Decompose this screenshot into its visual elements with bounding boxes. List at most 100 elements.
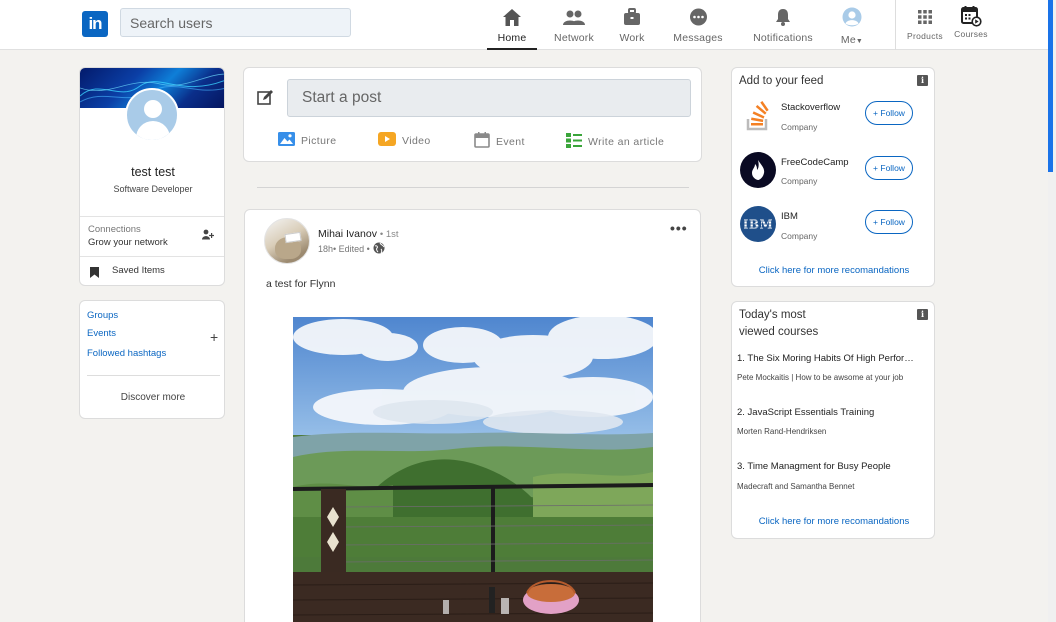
nav-home-label: Home	[497, 32, 527, 44]
company-type: Company	[781, 176, 818, 186]
add-event-icon[interactable]: +	[210, 329, 218, 345]
nav-work-label: Work	[619, 32, 645, 44]
event-button[interactable]: Event	[474, 132, 525, 151]
profile-name[interactable]: test test	[80, 165, 224, 179]
follow-label: Follow	[880, 108, 905, 118]
start-post-input[interactable]: Start a post	[287, 79, 691, 117]
video-button[interactable]: Video	[378, 132, 431, 149]
nav-me[interactable]: Me▼	[832, 6, 872, 50]
profile-title: Software Developer	[113, 184, 193, 194]
linkedin-logo[interactable]: in	[82, 11, 108, 37]
events-link[interactable]: Events	[87, 328, 116, 339]
post-meta: 18h• Edited •	[318, 242, 385, 256]
info-icon[interactable]: i	[917, 309, 928, 320]
more-recommendations-link[interactable]: Click here for more recomandations	[732, 516, 936, 527]
event-icon	[474, 132, 490, 151]
follow-button[interactable]: + Follow	[865, 210, 913, 234]
bookmark-icon	[90, 265, 99, 283]
post-author[interactable]: Mihai Ivanov • 1st	[318, 228, 399, 240]
company-type: Company	[781, 231, 818, 241]
company-name[interactable]: FreeCodeCamp	[781, 157, 849, 168]
nav-network[interactable]: Network	[549, 6, 599, 50]
course-title[interactable]: 2. JavaScript Essentials Training	[737, 407, 917, 418]
community-links-card: Groups Events + Followed hashtags Discov…	[79, 300, 225, 419]
grow-network-link[interactable]: Grow your network	[88, 237, 168, 248]
post-text: a test for Flynn	[266, 278, 336, 290]
scrollbar-thumb[interactable]	[1048, 0, 1053, 172]
course-title[interactable]: 3. Time Managment for Busy People	[737, 461, 917, 472]
course-title[interactable]: 1. The Six Moring Habits Of High Perform…	[737, 353, 917, 364]
courses-title: Today's most viewed courses	[739, 307, 818, 341]
nav-courses-label: Courses	[954, 29, 988, 39]
globe-icon	[373, 242, 385, 256]
follow-button[interactable]: + Follow	[865, 156, 913, 180]
nav-products-label: Products	[907, 31, 943, 41]
nav-divider	[895, 0, 896, 50]
more-recommendations-link[interactable]: Click here for more recomandations	[732, 265, 936, 276]
ibm-logo[interactable]: IBM	[740, 206, 776, 242]
event-label: Event	[496, 135, 525, 148]
follow-label: Follow	[880, 217, 905, 227]
stackoverflow-logo[interactable]	[740, 98, 776, 134]
add-connection-icon[interactable]	[202, 227, 215, 245]
nav-work[interactable]: Work	[612, 6, 652, 50]
nav-notifications-label: Notifications	[753, 32, 813, 44]
profile-avatar[interactable]	[125, 88, 179, 142]
discover-more-button[interactable]: Discover more	[80, 392, 226, 403]
course-author: Pete Mockaitis | How to be awsome at you…	[737, 373, 904, 382]
feed-divider	[257, 187, 689, 188]
bell-icon	[748, 6, 818, 28]
company-name[interactable]: Stackoverflow	[781, 102, 840, 113]
course-author: Madecraft and Samantha Bennet	[737, 482, 855, 491]
feed-title: Add to your feed	[739, 75, 824, 87]
search-input[interactable]	[120, 8, 351, 37]
nav-home[interactable]: Home	[487, 6, 537, 50]
saved-items-link[interactable]: Saved Items	[112, 265, 165, 276]
video-icon	[378, 132, 396, 149]
post-options-icon[interactable]: •••	[670, 220, 688, 236]
profile-card: test test Software Developer Connections…	[79, 67, 225, 286]
article-icon	[566, 132, 582, 151]
courses-title-line1: Today's most	[739, 309, 806, 321]
nav-network-label: Network	[554, 32, 594, 44]
add-to-feed-card: Add to your feed i Stackoverflow Company…	[731, 67, 935, 287]
top-navbar: in Home Network Work Messages Notificati…	[0, 0, 1048, 50]
nav-products[interactable]: Products	[904, 6, 946, 41]
nav-messages-label: Messages	[673, 32, 723, 44]
groups-link[interactable]: Groups	[87, 310, 118, 321]
top-courses-card: Today's most viewed courses i 1. The Six …	[731, 301, 935, 539]
author-avatar[interactable]	[264, 218, 310, 264]
messages-icon	[668, 6, 728, 28]
info-icon[interactable]: i	[917, 75, 928, 86]
follow-button[interactable]: + Follow	[865, 101, 913, 125]
pencil-icon	[257, 89, 274, 111]
post-image[interactable]	[293, 317, 653, 622]
divider	[80, 216, 224, 217]
video-label: Video	[402, 134, 431, 147]
briefcase-icon	[612, 6, 652, 28]
author-name[interactable]: Mihai Ivanov	[318, 228, 377, 240]
me-text: Me	[840, 34, 856, 46]
picture-button[interactable]: Picture	[278, 132, 336, 149]
feed-post: Mihai Ivanov • 1st 18h• Edited • ••• a t…	[244, 209, 701, 622]
connections-label[interactable]: Connections	[88, 224, 141, 235]
courses-title-line2: viewed courses	[739, 326, 819, 338]
followed-hashtags-link[interactable]: Followed hashtags	[87, 348, 166, 359]
nav-messages[interactable]: Messages	[668, 6, 728, 50]
write-article-button[interactable]: Write an article	[566, 132, 664, 151]
post-time: 18h• Edited •	[318, 244, 370, 254]
company-name[interactable]: IBM	[781, 211, 798, 222]
connection-degree: • 1st	[379, 229, 399, 240]
divider	[80, 256, 224, 257]
course-author: Morten Rand-Hendriksen	[737, 427, 827, 436]
grid-icon	[904, 6, 946, 28]
picture-icon	[278, 132, 295, 149]
nav-notifications[interactable]: Notifications	[748, 6, 818, 50]
nav-courses[interactable]: Courses	[952, 3, 990, 39]
freecodecamp-logo[interactable]	[740, 152, 776, 188]
post-composer: Start a post Picture Video Event Write a…	[243, 67, 702, 162]
nav-me-label: Me▼	[832, 34, 872, 46]
calendar-icon	[952, 3, 990, 28]
company-type: Company	[781, 122, 818, 132]
picture-label: Picture	[301, 134, 337, 147]
